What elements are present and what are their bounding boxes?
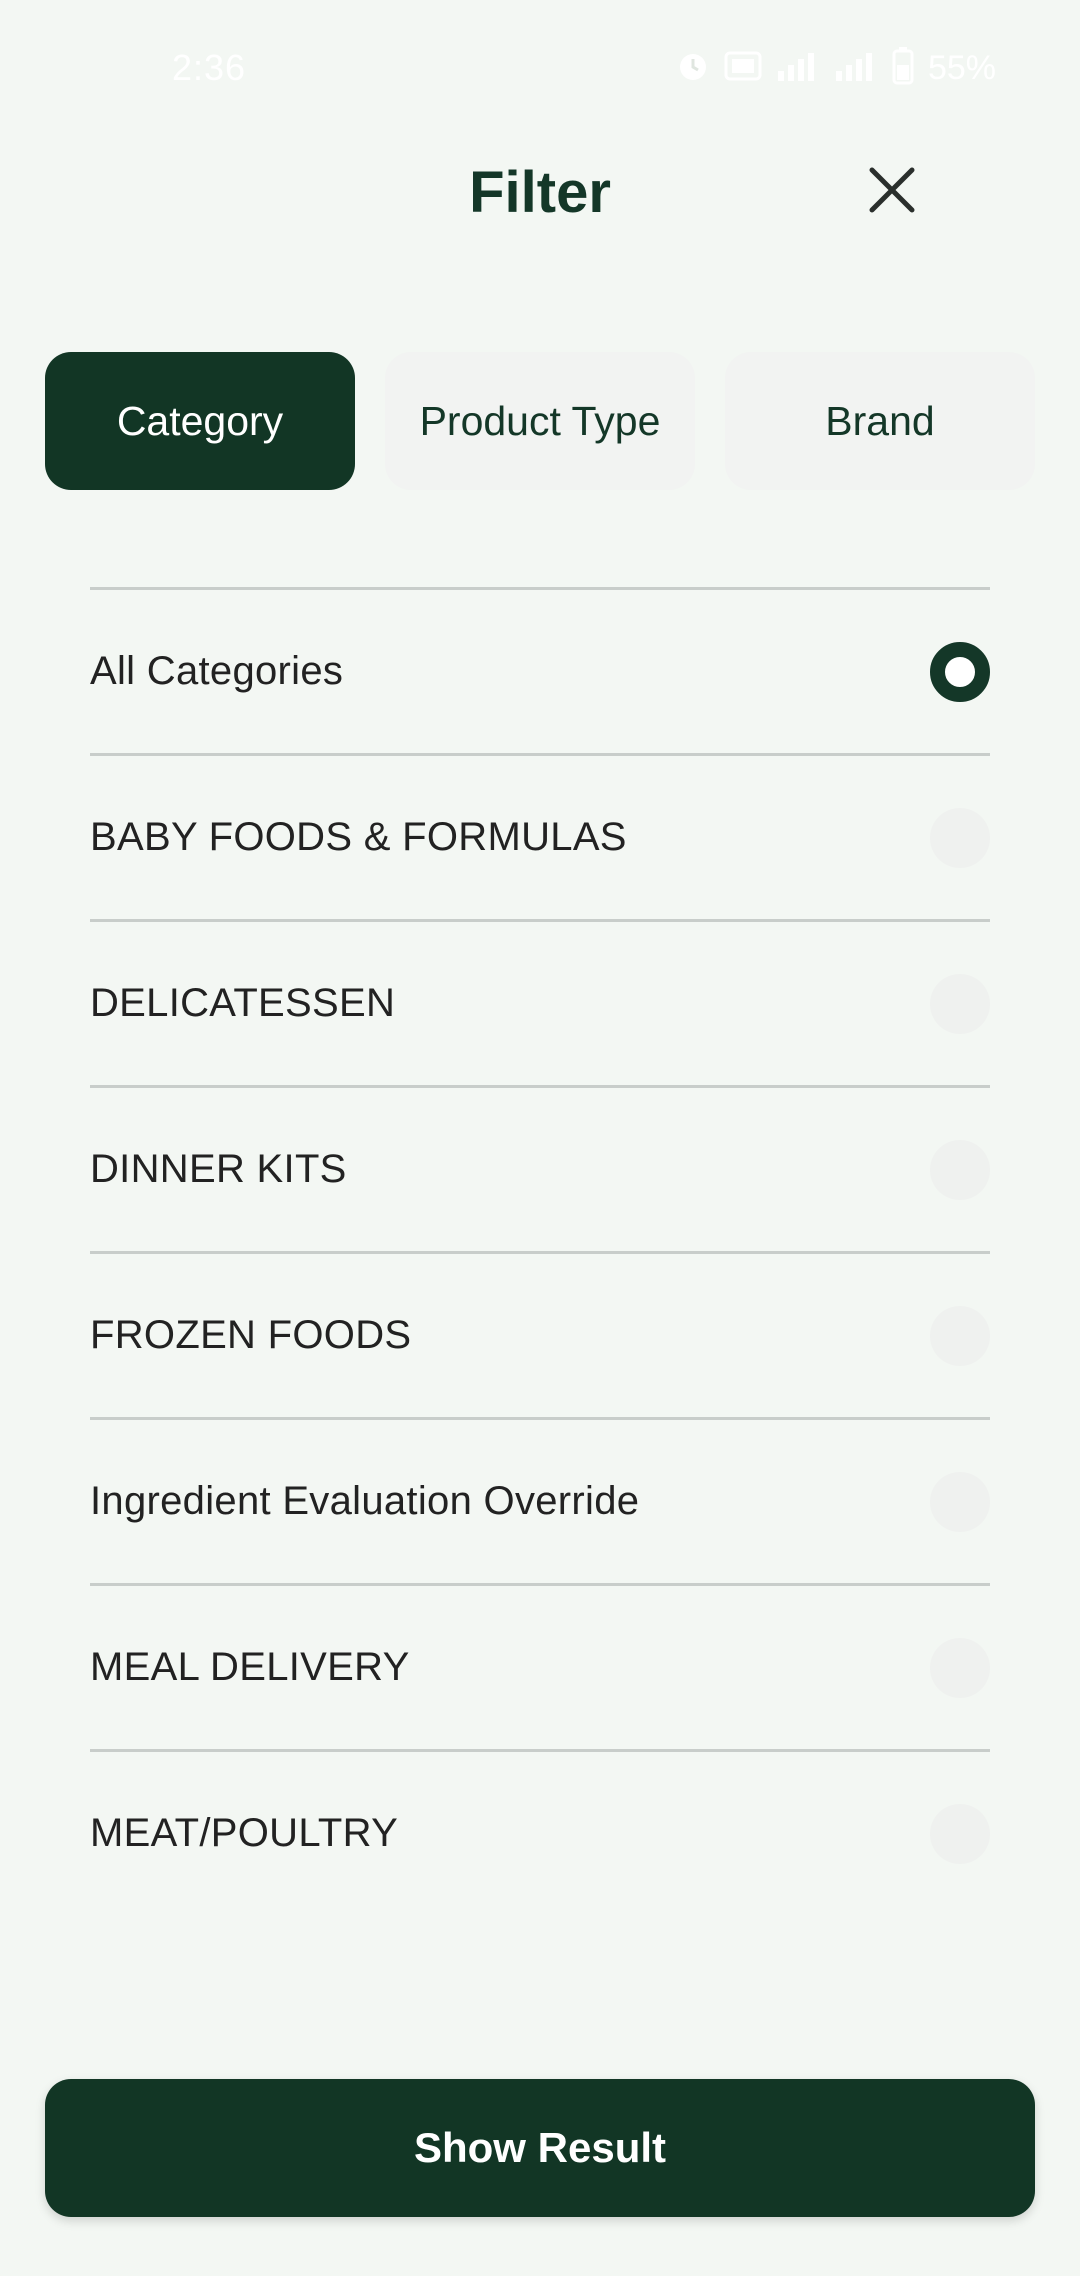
category-label: MEAL DELIVERY (90, 1645, 410, 1689)
signal-icon (776, 49, 820, 88)
category-option-baby-foods[interactable]: BABY FOODS & FORMULAS (90, 753, 990, 919)
radio-unselected[interactable] (930, 1305, 990, 1366)
battery-percentage: 55% (927, 49, 996, 87)
tab-category[interactable]: Category (45, 352, 355, 490)
category-option-meat-poultry[interactable]: MEAT/POULTRY (90, 1749, 990, 1915)
close-button[interactable] (852, 152, 932, 232)
category-option-frozen-foods[interactable]: FROZEN FOODS (90, 1251, 990, 1417)
category-label: MEAT/POULTRY (90, 1811, 399, 1855)
category-label: DELICATESSEN (90, 981, 396, 1025)
category-label: Ingredient Evaluation Override (90, 1479, 640, 1523)
category-option-ingredient-evaluation-override[interactable]: Ingredient Evaluation Override (90, 1417, 990, 1583)
radio-unselected[interactable] (930, 807, 990, 868)
category-option-delicatessen[interactable]: DELICATESSEN (90, 919, 990, 1085)
radio-unselected[interactable] (930, 1803, 990, 1864)
signal-icon (834, 49, 878, 88)
tab-brand[interactable]: Brand (725, 352, 1035, 490)
category-option-meal-delivery[interactable]: MEAL DELIVERY (90, 1583, 990, 1749)
radio-selected[interactable] (930, 641, 990, 702)
radio-unselected[interactable] (930, 1471, 990, 1532)
tab-product-type[interactable]: Product Type (385, 352, 695, 490)
status-time: 2:36 (172, 47, 247, 88)
category-list: All Categories BABY FOODS & FORMULAS DEL… (90, 587, 990, 1915)
category-option-all-categories[interactable]: All Categories (90, 587, 990, 753)
status-bar: 2:36 55% (0, 0, 1080, 136)
radio-unselected[interactable] (930, 1139, 990, 1200)
category-label: All Categories (90, 649, 344, 693)
close-icon (868, 166, 916, 219)
category-label: BABY FOODS & FORMULAS (90, 815, 627, 859)
radio-unselected[interactable] (930, 973, 990, 1034)
category-label: FROZEN FOODS (90, 1313, 412, 1357)
category-option-dinner-kits[interactable]: DINNER KITS (90, 1085, 990, 1251)
category-label: DINNER KITS (90, 1147, 347, 1191)
battery-icon (892, 46, 914, 90)
show-result-button[interactable]: Show Result (45, 2079, 1035, 2217)
radio-unselected[interactable] (930, 1637, 990, 1698)
volte-icon (724, 49, 762, 88)
alarm-icon (676, 49, 710, 88)
filter-tabs: Category Product Type Brand (45, 352, 1035, 490)
status-icons: 55% (676, 46, 996, 90)
